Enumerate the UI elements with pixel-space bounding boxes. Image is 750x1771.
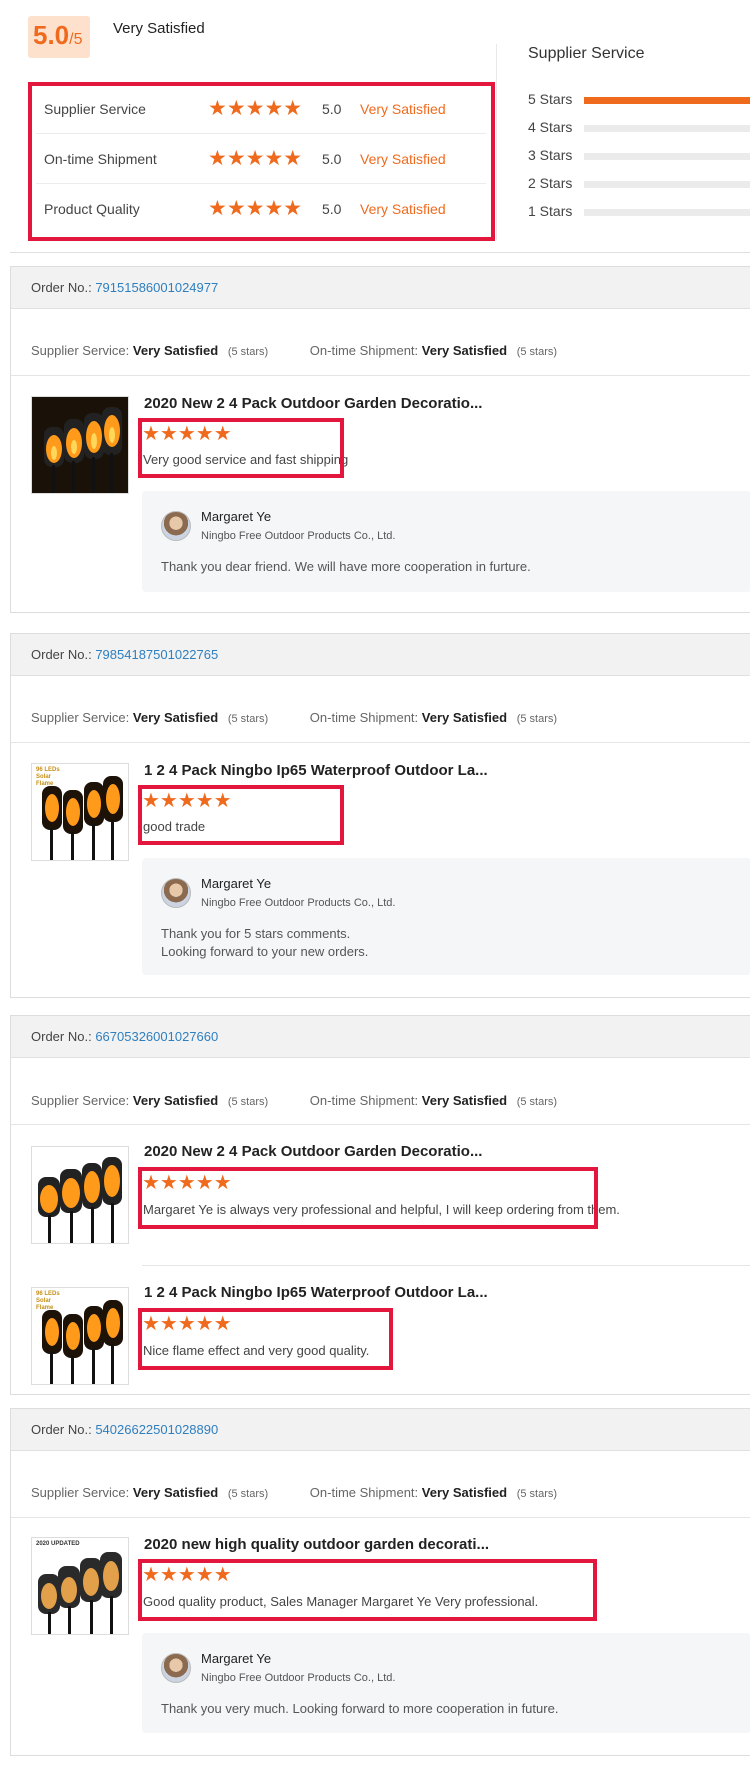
product-title[interactable]: 2020 new high quality outdoor garden dec… <box>144 1536 489 1553</box>
order-number-link[interactable]: 66705326001027660 <box>95 1029 218 1044</box>
order-card: Order No.: 79854187501022765 Supplier Se… <box>10 633 750 998</box>
order-number-link[interactable]: 79151586001024977 <box>95 280 218 295</box>
review-highlight-box <box>138 1308 393 1370</box>
rating-label: Product Quality <box>44 201 140 217</box>
order-card: Order No.: 66705326001027660 Supplier Se… <box>10 1015 750 1395</box>
review-highlight-box <box>138 1167 598 1229</box>
order-number-label: Order No.: <box>31 1422 92 1437</box>
breakdown-label: 1 Stars <box>528 203 573 219</box>
star-rating-icon: ★★★★★ <box>208 96 303 120</box>
rating-text: Very Satisfied <box>360 101 446 117</box>
order-rating-line: Supplier Service: Very Satisfied (5 star… <box>31 343 558 358</box>
torch-image-icon <box>32 1538 128 1634</box>
summary-bottom-border <box>10 252 750 253</box>
review-highlight-box <box>138 785 344 845</box>
summary-vertical-divider <box>496 44 497 240</box>
breakdown-bar-fill <box>584 97 750 104</box>
reply-text: Thank you for 5 stars comments. <box>161 926 351 941</box>
breakdown-label: 5 Stars <box>528 91 573 107</box>
replier-name: Margaret Ye <box>201 1651 272 1666</box>
order-card: Order No.: 54026622501028890 Supplier Se… <box>10 1408 750 1756</box>
product-title[interactable]: 1 2 4 Pack Ningbo Ip65 Waterproof Outdoo… <box>144 1284 488 1301</box>
rating-divider-2 <box>36 183 486 184</box>
breakdown-label: 2 Stars <box>528 175 573 191</box>
review-highlight-box <box>138 1559 597 1621</box>
torch-image-icon <box>32 1147 128 1243</box>
breakdown-title: Supplier Service <box>528 45 645 62</box>
product-thumbnail[interactable]: 2020 UPDATED <box>31 1537 129 1635</box>
product-thumbnail[interactable]: 96 LEDs Solar Flame <box>31 763 129 861</box>
order-number-label: Order No.: <box>31 280 92 295</box>
rating-text: Very Satisfied <box>360 201 446 217</box>
rating-value: 5.0 <box>322 151 342 167</box>
product-thumbnail[interactable] <box>31 396 129 494</box>
breakdown-label: 3 Stars <box>528 147 573 163</box>
thumbnail-badge: 96 LEDs Solar Flame <box>36 1291 60 1311</box>
thumbnail-badge: 96 LEDs Solar Flame <box>36 767 60 787</box>
replier-name: Margaret Ye <box>201 876 272 891</box>
reply-text: Thank you very much. Looking forward to … <box>161 1701 559 1716</box>
replier-company: Ningbo Free Outdoor Products Co., Ltd. <box>201 530 396 542</box>
overall-score-suffix: /5 <box>69 31 83 48</box>
order-card: Order No.: 79151586001024977 Supplier Se… <box>10 266 750 613</box>
avatar <box>161 511 191 541</box>
breakdown-bar-track <box>584 209 750 216</box>
order-rating-line: Supplier Service: Very Satisfied (5 star… <box>31 1485 558 1500</box>
rating-text: Very Satisfied <box>360 151 446 167</box>
product-title[interactable]: 2020 New 2 4 Pack Outdoor Garden Decorat… <box>144 1143 482 1160</box>
order-number-link[interactable]: 79854187501022765 <box>95 647 218 662</box>
rating-value: 5.0 <box>322 101 342 117</box>
breakdown-bar-track <box>584 181 750 188</box>
product-thumbnail[interactable] <box>31 1146 129 1244</box>
reply-text: Looking forward to your new orders. <box>161 944 369 959</box>
star-rating-icon: ★★★★★ <box>208 196 303 220</box>
reply-text: Thank you dear friend. We will have more… <box>161 559 531 574</box>
review-highlight-box <box>138 418 344 478</box>
replier-name: Margaret Ye <box>201 509 272 524</box>
overall-score: 5.0 <box>33 20 70 50</box>
avatar <box>161 1653 191 1683</box>
replier-company: Ningbo Free Outdoor Products Co., Ltd. <box>201 897 396 909</box>
breakdown-bar-track <box>584 97 750 104</box>
order-number-link[interactable]: 54026622501028890 <box>95 1422 218 1437</box>
rating-divider-1 <box>36 133 486 134</box>
star-rating-icon: ★★★★★ <box>208 146 303 170</box>
order-rating-line: Supplier Service: Very Satisfied (5 star… <box>31 1093 558 1108</box>
rating-label: Supplier Service <box>44 101 146 117</box>
product-title[interactable]: 2020 New 2 4 Pack Outdoor Garden Decorat… <box>144 395 482 412</box>
avatar <box>161 878 191 908</box>
thumbnail-badge: 2020 UPDATED <box>36 1541 80 1547</box>
breakdown-label: 4 Stars <box>528 119 573 135</box>
product-title[interactable]: 1 2 4 Pack Ningbo Ip65 Waterproof Outdoo… <box>144 762 488 779</box>
overall-label: Very Satisfied <box>113 20 205 37</box>
breakdown-bar-track <box>584 153 750 160</box>
rating-value: 5.0 <box>322 201 342 217</box>
order-number-label: Order No.: <box>31 647 92 662</box>
order-number-label: Order No.: <box>31 1029 92 1044</box>
replier-company: Ningbo Free Outdoor Products Co., Ltd. <box>201 1672 396 1684</box>
torch-image-icon <box>32 397 128 493</box>
breakdown-bar-track <box>584 125 750 132</box>
rating-summary: 5.0/5 Very Satisfied Supplier Service ★★… <box>0 0 750 241</box>
rating-label: On-time Shipment <box>44 151 157 167</box>
order-rating-line: Supplier Service: Very Satisfied (5 star… <box>31 710 558 725</box>
product-thumbnail[interactable]: 96 LEDs Solar Flame <box>31 1287 129 1385</box>
